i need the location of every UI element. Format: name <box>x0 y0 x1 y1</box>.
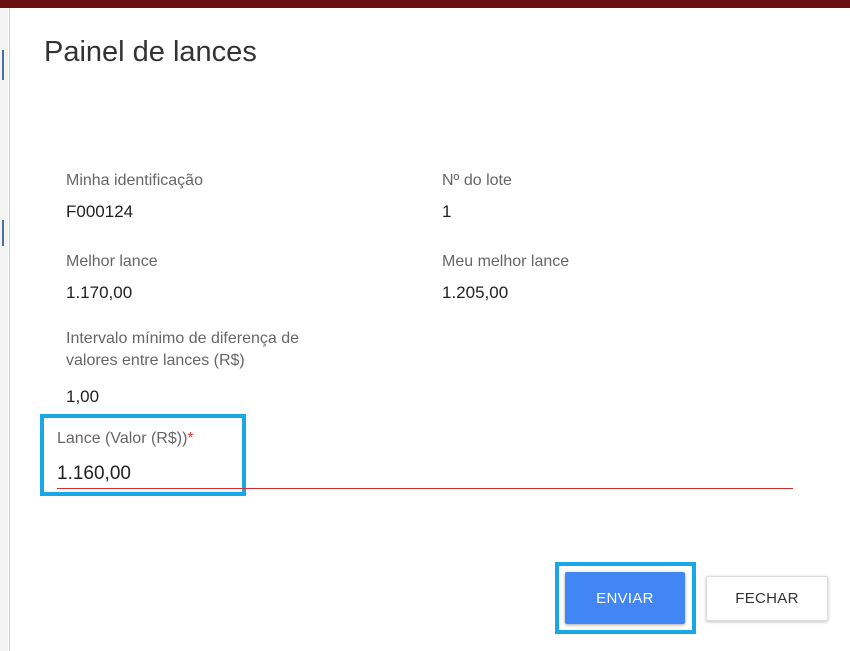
background-edge-mark <box>2 220 4 246</box>
background-edge-mark <box>2 50 4 80</box>
min-interval-value: 1,00 <box>66 387 100 406</box>
min-interval-label-line2: valores entre lances (R$) <box>66 352 245 369</box>
bid-amount-input[interactable] <box>57 460 793 489</box>
best-bid-label: Melhor lance <box>66 253 158 270</box>
background-page-edge <box>0 8 8 651</box>
best-bid-value: 1.170,00 <box>66 283 133 302</box>
send-button[interactable]: ENVIAR <box>565 572 685 624</box>
close-button[interactable]: FECHAR <box>706 576 828 621</box>
bid-amount-label-text: Lance (Valor (R$)) <box>57 430 188 447</box>
min-interval-label-line1: Intervalo mínimo de diferença de <box>66 330 300 347</box>
identification-label: Minha identificação <box>66 172 203 189</box>
required-asterisk: * <box>187 430 194 447</box>
min-interval-label: Intervalo mínimo de diferença de valores… <box>66 328 299 372</box>
my-best-bid-label: Meu melhor lance <box>442 253 570 270</box>
window-top-bar <box>0 0 850 8</box>
dialog-title: Painel de lances <box>44 36 257 68</box>
my-best-bid-value: 1.205,00 <box>442 283 509 302</box>
lot-number-value: 1 <box>442 202 452 221</box>
identification-value: F000124 <box>66 202 134 221</box>
bid-amount-label: Lance (Valor (R$))* <box>57 430 194 448</box>
lot-number-label: Nº do lote <box>442 172 512 189</box>
